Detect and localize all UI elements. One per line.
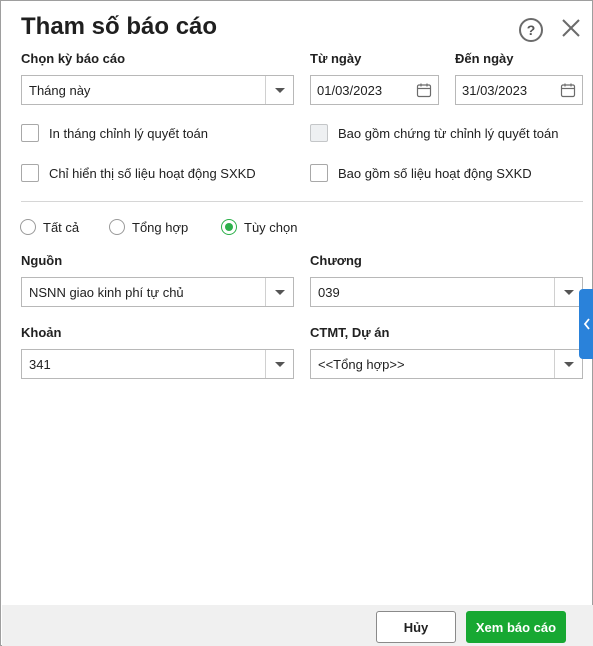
side-panel-toggle[interactable]: [579, 289, 593, 359]
only-sxkd-label: Chỉ hiển thị số liệu hoạt động SXKD: [49, 165, 256, 181]
checkbox-box[interactable]: [21, 124, 39, 142]
view-report-button[interactable]: Xem báo cáo: [466, 611, 566, 643]
radio-summary-label: Tổng hợp: [132, 219, 189, 235]
chapter-value: 039: [318, 284, 340, 300]
chapter-select[interactable]: 039: [310, 277, 583, 307]
program-value: <<Tổng hợp>>: [318, 356, 405, 372]
chevron-down-icon[interactable]: [265, 76, 293, 104]
radio-custom-label: Tùy chọn: [244, 219, 298, 235]
source-select[interactable]: NSNN giao kinh phí tự chủ: [21, 277, 294, 307]
checkbox-box[interactable]: [310, 164, 328, 182]
radio-circle[interactable]: [109, 219, 125, 235]
checkbox-box[interactable]: [21, 164, 39, 182]
include-adjust-vouchers-label: Bao gồm chứng từ chỉnh lý quyết toán: [338, 125, 559, 141]
calendar-icon[interactable]: [554, 76, 582, 104]
chapter-label: Chương: [310, 253, 362, 268]
to-date-field[interactable]: 31/03/2023: [455, 75, 583, 105]
radio-all-label: Tất cả: [43, 219, 80, 235]
include-adjust-vouchers-checkbox[interactable]: Bao gồm chứng từ chỉnh lý quyết toán: [310, 124, 558, 142]
radio-custom[interactable]: Tùy chọn: [221, 219, 297, 235]
period-select[interactable]: Tháng này: [21, 75, 294, 105]
adjust-month-checkbox[interactable]: In tháng chỉnh lý quyết toán: [21, 124, 208, 142]
chevron-left-icon: [583, 318, 590, 330]
radio-all[interactable]: Tất cả: [20, 219, 79, 235]
help-icon[interactable]: ?: [519, 18, 543, 42]
include-sxkd-label: Bao gồm số liệu hoạt động SXKD: [338, 165, 532, 181]
period-value: Tháng này: [29, 82, 91, 98]
divider: [21, 201, 583, 202]
dialog-title: Tham số báo cáo: [21, 13, 218, 40]
chevron-down-icon[interactable]: [554, 350, 582, 378]
report-parameters-dialog: Tham số báo cáo ? Chọn kỳ báo cáo Tháng …: [0, 0, 593, 646]
program-label: CTMT, Dự án: [310, 325, 390, 340]
only-sxkd-checkbox[interactable]: Chỉ hiển thị số liệu hoạt động SXKD: [21, 164, 256, 182]
item-label: Khoản: [21, 325, 62, 340]
calendar-icon[interactable]: [410, 76, 438, 104]
chevron-down-icon[interactable]: [265, 350, 293, 378]
chevron-down-icon[interactable]: [554, 278, 582, 306]
include-sxkd-checkbox[interactable]: Bao gồm số liệu hoạt động SXKD: [310, 164, 532, 182]
checkbox-box[interactable]: [310, 124, 328, 142]
to-date-value: 31/03/2023: [462, 82, 528, 98]
radio-summary[interactable]: Tổng hợp: [109, 219, 188, 235]
close-icon[interactable]: [560, 17, 582, 39]
item-select[interactable]: 341: [21, 349, 294, 379]
radio-circle[interactable]: [20, 219, 36, 235]
from-date-value: 01/03/2023: [317, 82, 383, 98]
from-date-field[interactable]: 01/03/2023: [310, 75, 439, 105]
period-label: Chọn kỳ báo cáo: [21, 51, 126, 66]
program-select[interactable]: <<Tổng hợp>>: [310, 349, 583, 379]
chevron-down-icon[interactable]: [265, 278, 293, 306]
to-date-label: Đến ngày: [455, 51, 514, 66]
adjust-month-label: In tháng chỉnh lý quyết toán: [49, 125, 209, 141]
cancel-button[interactable]: Hủy: [376, 611, 456, 643]
radio-circle-selected[interactable]: [221, 219, 237, 235]
source-label: Nguồn: [21, 253, 63, 268]
from-date-label: Từ ngày: [310, 51, 362, 66]
source-value: NSNN giao kinh phí tự chủ: [29, 284, 184, 300]
item-value: 341: [29, 356, 51, 372]
